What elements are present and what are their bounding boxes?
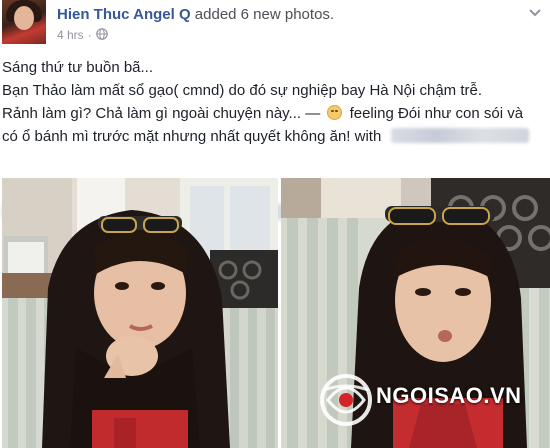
author-line: Hien Thuc Angel Q added 6 new photos. [57,6,334,23]
message-line-2: Bạn Thảo làm mất sổ gạo( cmnd) do đó sự … [2,82,483,99]
post-message: Sáng thứ tư buồn bã... Bạn Thảo làm mất … [2,56,542,220]
watermark-globe-icon [320,374,372,426]
globe-icon[interactable] [95,28,108,43]
author-name-link[interactable]: Hien Thuc Angel Q [57,6,191,23]
feeling-text-1: feeling Đói như con sói và [349,105,524,122]
watermark-logo: NGOISAO.VN [318,372,550,432]
message-line-3: Rảnh làm gì? Chả làm gì ngoài chuyện này… [2,102,542,125]
chevron-down-icon[interactable] [524,4,546,22]
photo-1[interactable] [2,178,278,448]
tagged-friends-blurred[interactable] [391,128,530,143]
message-line-1: Sáng thứ tư buồn bã... [2,59,154,76]
smiley-emoji-icon [327,105,343,120]
avatar[interactable] [2,0,46,44]
post-header: Hien Thuc Angel Q added 6 new photos. 4 … [0,0,550,48]
post-action-text: added 6 new photos. [194,6,335,23]
post-meta: 4 hrs · [57,28,108,43]
feeling-text-2: có ổ bánh mì trước mặt nhưng nhất quyết … [2,128,382,145]
message-line-4: có ổ bánh mì trước mặt nhưng nhất quyết … [2,125,542,148]
message-line-3-text: Rảnh làm gì? Chả làm gì ngoài chuyện này… [2,105,321,122]
post-timestamp-link[interactable]: 4 hrs [57,28,84,42]
separator-dot: · [87,28,92,42]
watermark-text: NGOISAO.VN [376,383,522,408]
avatar-face [14,6,34,30]
